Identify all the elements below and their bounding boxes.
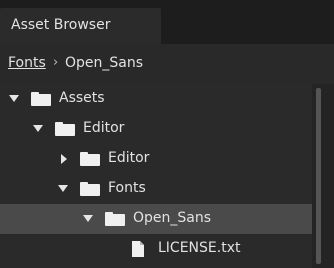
tree-item-label: Open_Sans (133, 210, 212, 226)
breadcrumb-current: Open_Sans (65, 55, 144, 71)
tree-item-label: Editor (83, 120, 125, 136)
folder-icon (31, 92, 51, 106)
tab-bar: Asset Browser (0, 0, 334, 44)
tree-item-label: LICENSE.txt (158, 240, 241, 256)
tree-item-assets[interactable]: Assets (0, 84, 312, 114)
folder-icon (55, 122, 75, 136)
tree-item-label: Editor (108, 150, 150, 166)
expand-arrow-icon[interactable] (33, 125, 43, 132)
asset-browser-panel: Asset Browser Fonts › Open_Sans Assets E… (0, 0, 334, 268)
expand-arrow-icon[interactable] (83, 215, 93, 222)
tree-item-open-sans[interactable]: Open_Sans (0, 204, 312, 234)
breadcrumb-link-fonts[interactable]: Fonts (8, 55, 46, 71)
breadcrumb: Fonts › Open_Sans (0, 44, 334, 84)
scrollbar-thumb[interactable] (316, 88, 321, 264)
tree-item-label: Assets (59, 90, 105, 106)
tree-item-fonts[interactable]: Fonts (0, 174, 312, 204)
folder-icon (80, 182, 100, 196)
breadcrumb-separator: › (53, 55, 59, 70)
vertical-scrollbar[interactable] (312, 84, 334, 268)
tab-asset-browser[interactable]: Asset Browser (0, 8, 161, 44)
file-tree: Assets Editor Editor Fonts Open_Sans LIC… (0, 84, 334, 268)
tree-item-editor[interactable]: Editor (0, 114, 312, 144)
tab-label: Asset Browser (11, 17, 111, 33)
tree-item-editor-sub[interactable]: Editor (0, 144, 312, 174)
expand-arrow-icon[interactable] (58, 185, 68, 192)
collapse-arrow-icon[interactable] (61, 154, 67, 164)
tree-item-label: Fonts (108, 180, 146, 196)
folder-icon (105, 212, 125, 226)
folder-icon (80, 152, 100, 166)
file-icon (132, 241, 144, 257)
expand-arrow-icon[interactable] (9, 95, 19, 102)
tree-item-license[interactable]: LICENSE.txt (0, 234, 312, 264)
